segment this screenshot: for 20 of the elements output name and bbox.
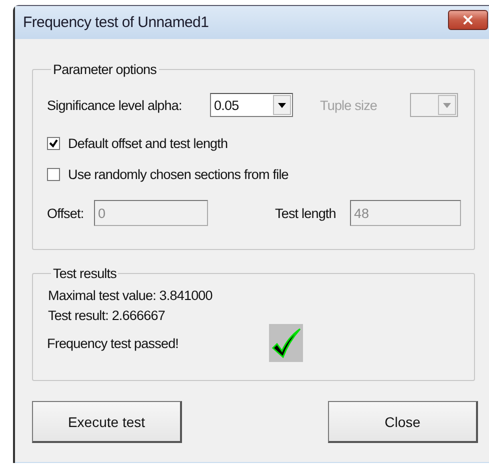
action-button[interactable]: Close [328, 401, 478, 443]
action-button[interactable]: Execute test [32, 401, 182, 443]
result-text: Test result: 2.666667 [48, 307, 166, 325]
checkbox[interactable] [47, 168, 60, 180]
field-label: Significance level alpha: [47, 98, 183, 112]
group-label: Parameter options [52, 62, 158, 77]
dropdown-arrow-icon [278, 102, 286, 108]
dropdown-arrow-icon [443, 102, 451, 108]
checkbox-label: Default offset and test length [68, 136, 228, 150]
field-label: Test length [275, 206, 337, 220]
close-button[interactable]: × [448, 10, 488, 30]
field-label: Offset: [47, 206, 85, 220]
status-message: Frequency test passed! [47, 336, 180, 350]
result-text: Maximal test value: 3.841000 [48, 287, 214, 305]
dropdown[interactable]: 0.05 [210, 93, 293, 117]
window-title: Frequency test of Unnamed1 [23, 14, 209, 31]
checkbox[interactable] [47, 136, 60, 150]
group-label: Test results [52, 266, 118, 281]
checkbox-label: Use randomly chosen sections from file [68, 166, 288, 182]
field-label: Tuple size [320, 98, 378, 112]
